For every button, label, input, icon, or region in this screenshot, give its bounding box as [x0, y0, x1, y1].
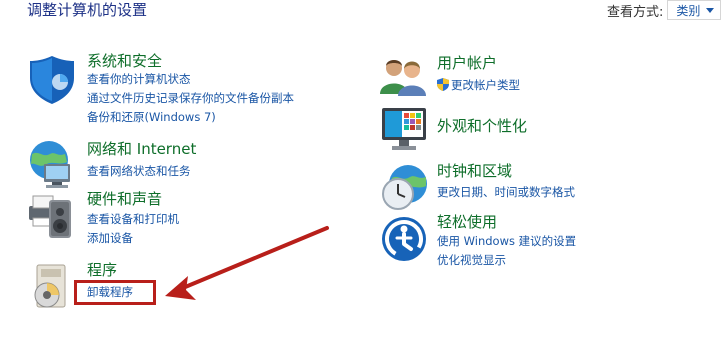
- link-optimize-visual-display[interactable]: 优化视觉显示: [437, 252, 506, 268]
- printer-speaker-icon[interactable]: [27, 190, 77, 242]
- link-devices-printers[interactable]: 查看设备和打印机: [87, 211, 179, 227]
- category-title-programs[interactable]: 程序: [87, 261, 117, 279]
- shield-icon[interactable]: [27, 54, 77, 106]
- category-title-ease-of-access[interactable]: 轻松使用: [437, 213, 497, 231]
- users-icon[interactable]: [380, 54, 430, 106]
- link-windows-recommended-settings[interactable]: 使用 Windows 建议的设置: [437, 233, 576, 249]
- monitor-palette-icon[interactable]: [380, 104, 430, 156]
- link-change-account-type-label: 更改帐户类型: [451, 78, 520, 92]
- category-title-clock-region[interactable]: 时钟和区域: [437, 162, 512, 180]
- view-by-value: 类别: [676, 3, 701, 18]
- category-title-user-accounts[interactable]: 用户帐户: [437, 54, 497, 72]
- category-title-appearance[interactable]: 外观和个性化: [437, 117, 527, 135]
- view-by-dropdown[interactable]: 类别: [667, 0, 722, 20]
- programs-disc-icon[interactable]: [27, 261, 77, 313]
- ease-of-access-icon[interactable]: [380, 213, 430, 265]
- uac-shield-icon: [437, 78, 449, 91]
- network-globe-icon[interactable]: [27, 140, 77, 192]
- page-title: 调整计算机的设置: [27, 1, 148, 19]
- view-by: 查看方式: 类别: [607, 0, 722, 20]
- link-change-date-time-format[interactable]: 更改日期、时间或数字格式: [437, 184, 575, 200]
- link-file-history-backup[interactable]: 通过文件历史记录保存你的文件备份副本: [87, 90, 294, 106]
- link-view-computer-status[interactable]: 查看你的计算机状态: [87, 71, 191, 87]
- link-add-device[interactable]: 添加设备: [87, 230, 133, 246]
- highlight-box: [74, 280, 156, 305]
- link-view-network-status[interactable]: 查看网络状态和任务: [87, 163, 191, 179]
- view-by-label: 查看方式:: [607, 4, 664, 20]
- category-title-network-internet[interactable]: 网络和 Internet: [87, 140, 196, 158]
- category-title-hardware-sound[interactable]: 硬件和声音: [87, 190, 162, 208]
- link-backup-restore[interactable]: 备份和还原(Windows 7): [87, 109, 216, 125]
- clock-globe-icon[interactable]: [380, 162, 430, 214]
- link-change-account-type[interactable]: 更改帐户类型: [437, 77, 520, 93]
- chevron-down-icon: [706, 7, 715, 13]
- category-title-system-security[interactable]: 系统和安全: [87, 52, 162, 70]
